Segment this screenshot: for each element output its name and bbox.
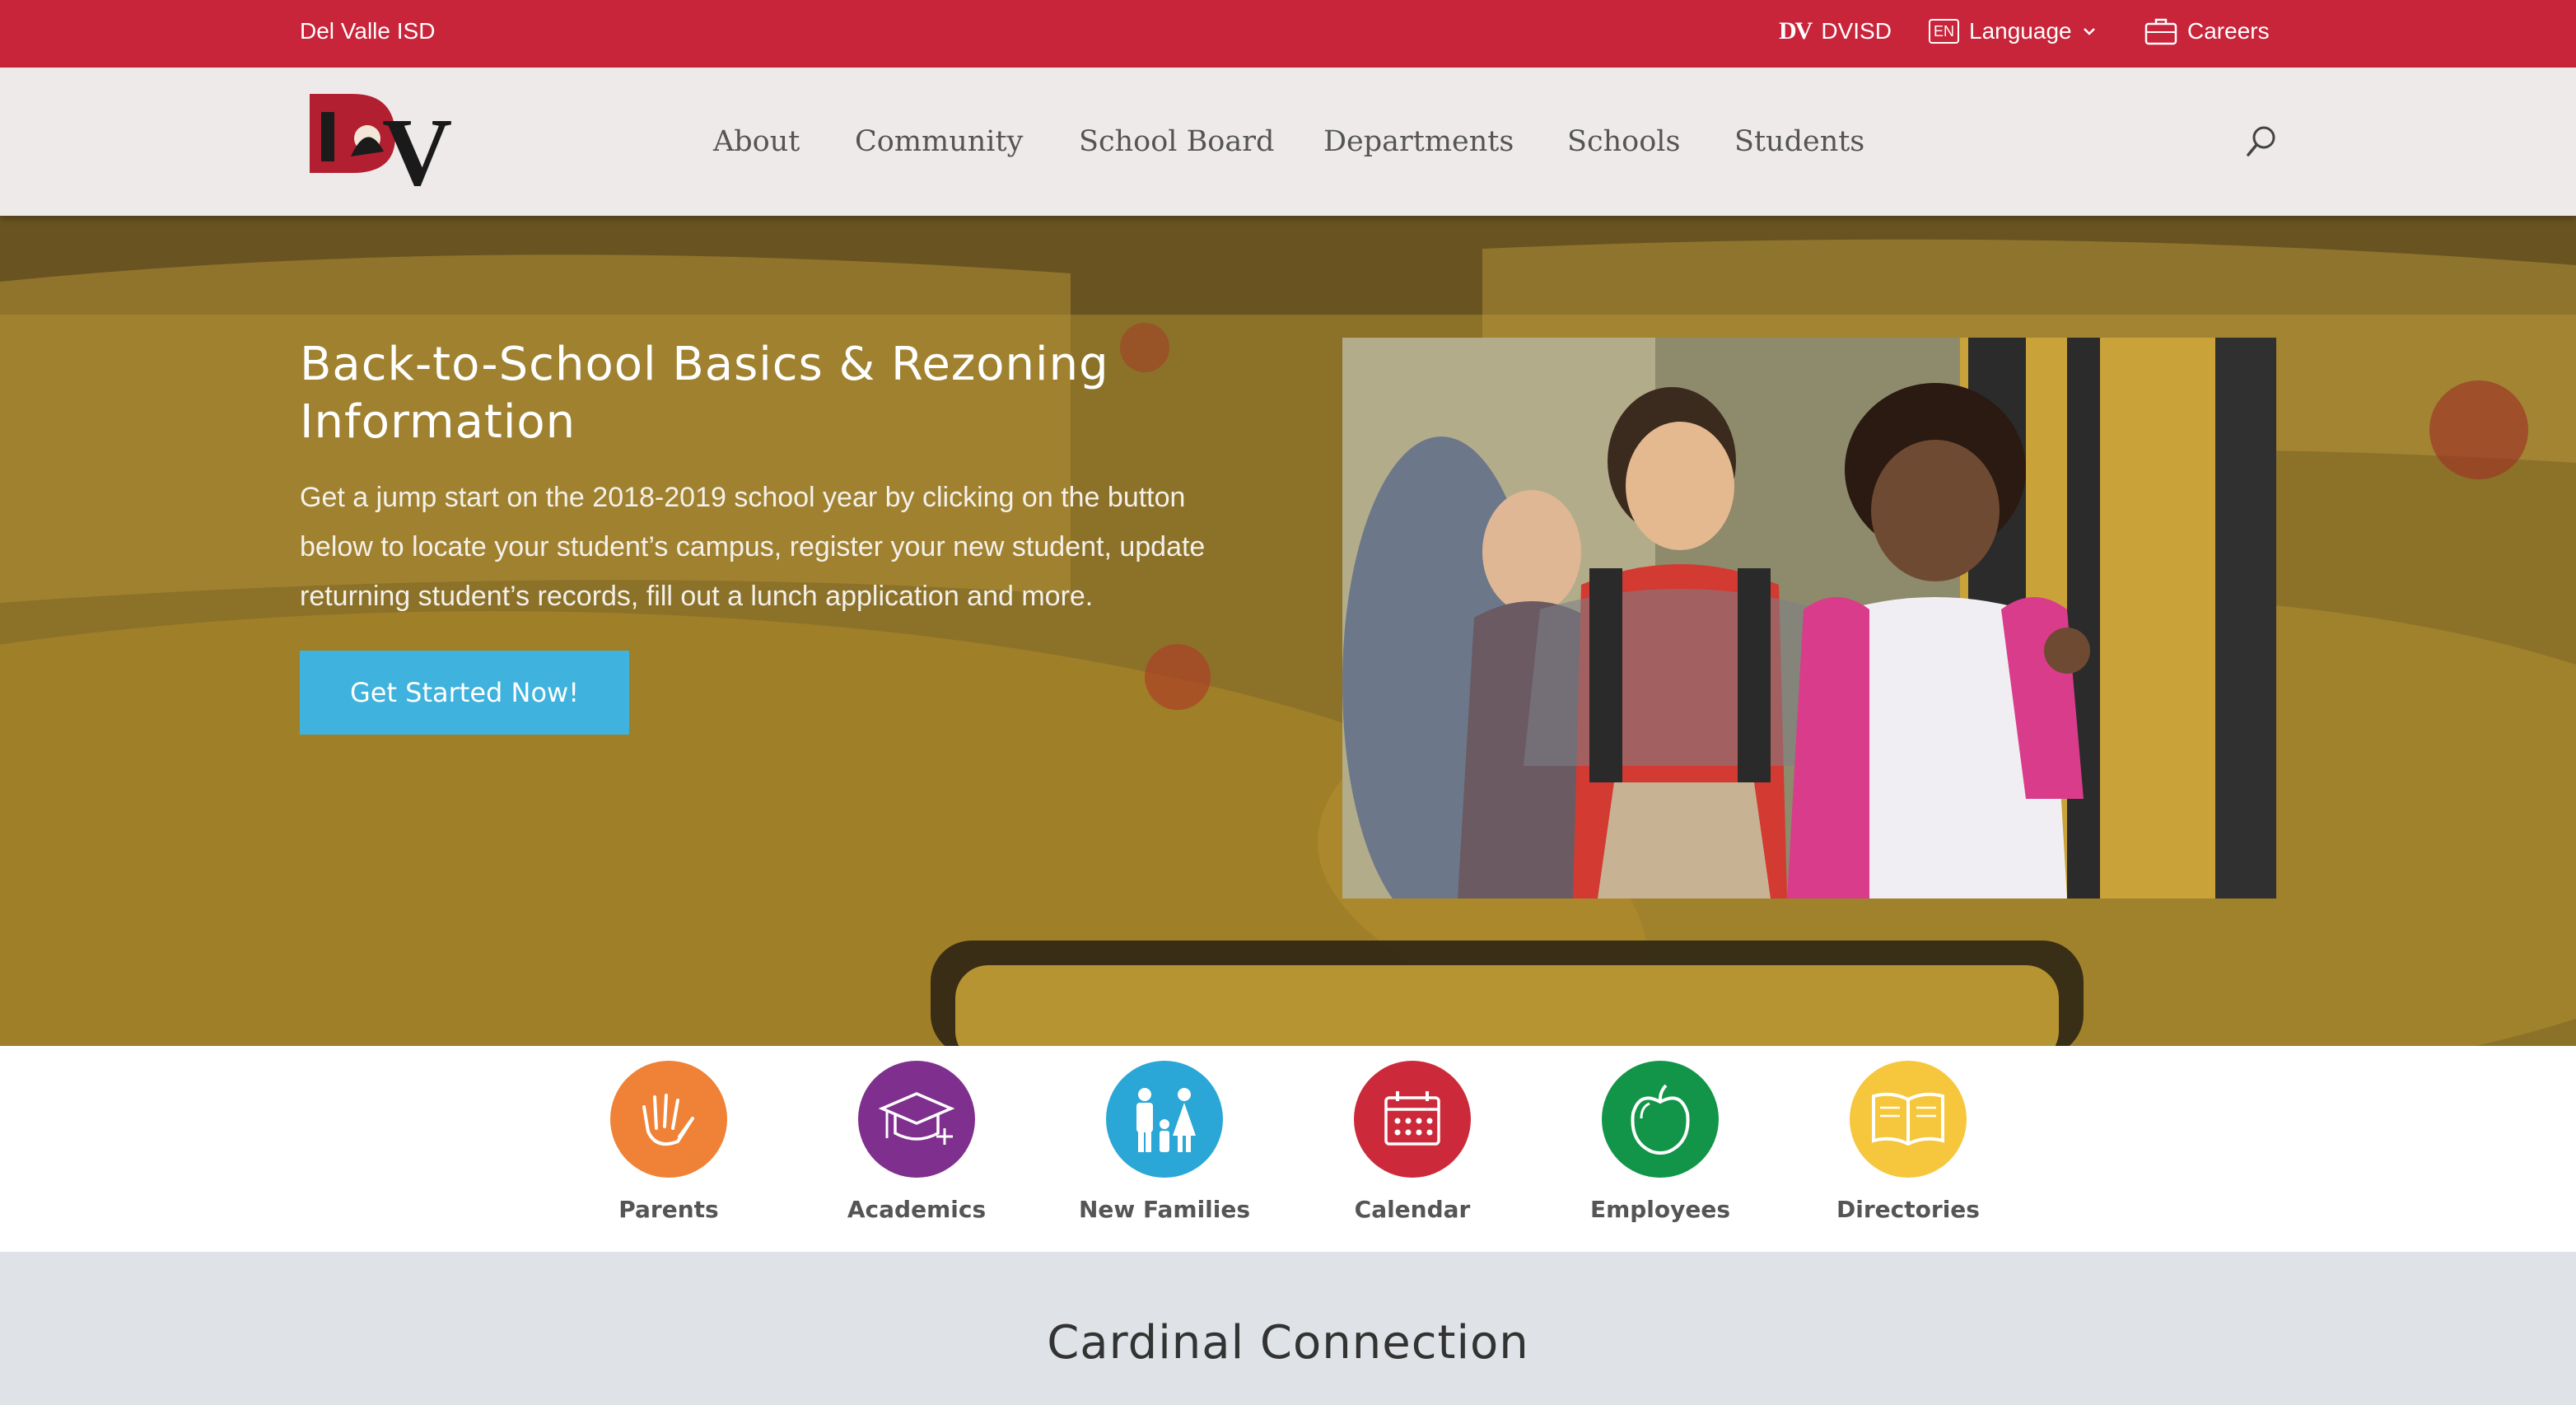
careers-label: Careers [2187,18,2270,44]
nav-schools[interactable]: Schools [1567,68,1680,216]
quick-links-bar: Parents Academics New Families Calendar … [0,1046,2576,1252]
nav-departments[interactable]: Departments [1323,68,1514,216]
language-dropdown[interactable]: EN Language [1929,0,2097,63]
quick-link-label: Academics [847,1196,987,1223]
nav-students[interactable]: Students [1734,68,1864,216]
apple-icon [1602,1061,1719,1178]
dvisd-link[interactable]: DV DVISD [1779,0,1892,63]
language-badge: EN [1929,19,1960,44]
quick-link-academics[interactable]: Academics [793,1061,1040,1242]
main-header: V About Community School Board Departmen… [0,68,2576,216]
quick-link-parents[interactable]: Parents [545,1061,792,1242]
quick-link-employees[interactable]: Employees [1537,1061,1784,1242]
nav-about[interactable]: About [713,68,800,216]
language-label: Language [1969,18,2072,44]
children-boarding-bus-photo [1342,338,2276,899]
quick-link-label: New Families [1078,1196,1251,1223]
quick-link-label: Parents [618,1196,719,1223]
briefcase-icon [2144,18,2177,45]
dvisd-mini-logo: DV [1779,17,1813,44]
quick-link-calendar[interactable]: Calendar [1289,1061,1536,1242]
family-icon [1106,1061,1223,1178]
top-utility-bar: Del Valle ISD DV DVISD EN Language Caree… [0,0,2576,68]
dv-logo[interactable]: V [303,87,476,194]
quick-link-label: Employees [1589,1196,1731,1223]
hands-icon [610,1061,727,1178]
chevron-down-icon [2083,28,2095,35]
nav-community[interactable]: Community [855,68,1023,216]
hero-banner: Back-to-School Basics & Rezoning Informa… [0,216,2576,1046]
dvisd-label: DVISD [1821,18,1892,44]
careers-link[interactable]: Careers [2144,0,2270,63]
quick-link-new-families[interactable]: New Families [1041,1061,1288,1242]
district-name: Del Valle ISD [300,18,436,44]
hero-description: Get a jump start on the 2018-2019 school… [300,482,1206,612]
graduation-cap-icon [858,1061,975,1178]
quick-link-label: Directories [1836,1196,1980,1223]
hero-title: Back-to-School Basics & Rezoning Informa… [300,338,1109,449]
svg-text:V: V [382,98,452,194]
nav-school-board[interactable]: School Board [1079,68,1274,216]
quick-link-directories[interactable]: Directories [1785,1061,2032,1242]
search-icon[interactable] [2243,124,2280,160]
calendar-icon [1354,1061,1471,1178]
get-started-button[interactable]: Get Started Now! [300,651,629,735]
book-icon [1850,1061,1967,1178]
cardinal-connection-section: Cardinal Connection [0,1252,2576,1405]
cardinal-connection-heading: Cardinal Connection [1047,1316,1529,1370]
quick-link-label: Calendar [1354,1196,1471,1223]
